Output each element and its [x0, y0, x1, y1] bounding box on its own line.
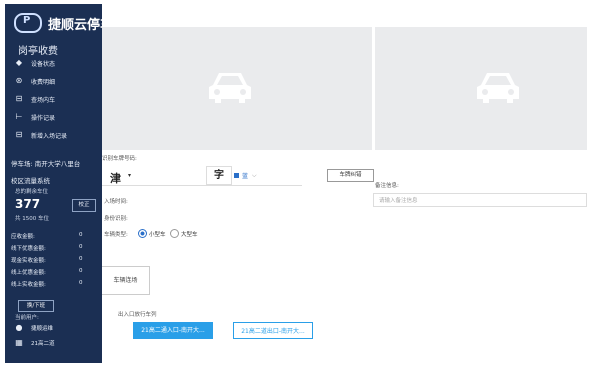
- menu-label: 查场内车: [31, 96, 56, 104]
- lane-exit-button[interactable]: 21高二道出口-南开大...: [233, 322, 313, 339]
- menu-label: 操作记录: [31, 114, 56, 122]
- caret-down-icon: ▾: [128, 172, 132, 179]
- camera-view-entry: [102, 27, 372, 150]
- vehicle-type-large[interactable]: 大型车: [170, 229, 198, 238]
- radio-unchecked: [170, 229, 179, 238]
- section-title: 岗亭收费: [18, 46, 58, 57]
- color-swatch: [234, 173, 239, 178]
- menu-add-entry[interactable]: ⊟ 新增入场记录: [15, 128, 67, 142]
- option-label: 大型车: [181, 231, 198, 238]
- user-icon: ●: [15, 323, 23, 332]
- brand-logo: 捷顺云停车: [14, 13, 113, 33]
- current-lane: ▦ 21高二道: [15, 336, 55, 350]
- menu-label: 新增入场记录: [31, 132, 68, 140]
- car-icon: ⊟: [15, 130, 23, 139]
- plate-color-select[interactable]: 蓝 ⌵: [234, 171, 257, 180]
- cloud-parking-icon: [14, 13, 42, 33]
- stat-label: 线上优惠金额:: [11, 270, 46, 276]
- flag-icon: ⊢: [15, 112, 23, 121]
- shift-change-button[interactable]: 换/下班: [18, 300, 54, 312]
- plate-label: 识别车牌号码:: [102, 156, 137, 162]
- stat-label: 应收金额:: [11, 234, 35, 240]
- stat-label: 线上实收金额:: [11, 282, 46, 288]
- user-name: 捷顺运维: [31, 326, 54, 332]
- menu-label: 收费明细: [31, 78, 56, 86]
- menu-label: 设备状态: [31, 60, 56, 68]
- menu-fee-details[interactable]: ⊛ 收费明细: [15, 74, 55, 88]
- note-label: 备注信息:: [375, 183, 399, 189]
- chevron-down-icon: ⌵: [252, 171, 257, 179]
- color-value: 蓝: [242, 173, 249, 180]
- coin-icon: ⊛: [15, 76, 23, 85]
- plate-correct-button[interactable]: 车牌纠错: [327, 169, 374, 182]
- remaining-label: 总的剩余车位: [15, 189, 49, 195]
- main-area: 识别车牌号码: 津 ▾ 字 蓝 ⌵ 车牌纠错 备注信息: 请输入备注信息 入场时…: [102, 0, 599, 372]
- remaining-count: 377: [15, 197, 41, 211]
- correct-button[interactable]: 校正: [72, 199, 96, 212]
- lane-list-title: 出入口放行车列: [118, 312, 157, 318]
- stat-value: 0: [79, 256, 83, 262]
- building-icon: ▦: [15, 338, 23, 347]
- car-placeholder-icon: [209, 73, 251, 103]
- plate-char-field[interactable]: 字: [206, 166, 232, 185]
- stat-label: 现金实收金额:: [11, 258, 46, 264]
- stat-receivable: 应收金额: 0: [11, 232, 83, 240]
- parking-lot-name: 停车场: 南开大学八里台: [11, 160, 81, 168]
- current-user: ● 捷顺运维: [15, 321, 54, 335]
- menu-in-lot-cars[interactable]: ⊟ 查场内车: [15, 92, 55, 106]
- stat-value: 0: [79, 244, 83, 250]
- campus-system: 校区流量系统: [11, 177, 50, 185]
- car-placeholder-icon: [477, 73, 519, 103]
- total-spaces: 共 1500 车位: [15, 216, 49, 222]
- identity-label: 身份识别:: [104, 216, 128, 222]
- menu-device-status[interactable]: ◆ 设备状态: [15, 56, 55, 70]
- stat-value: 0: [79, 232, 83, 238]
- top-bar: [102, 10, 587, 27]
- province-value: 津: [110, 172, 121, 185]
- vehicle-type-label: 车辆类型:: [104, 232, 128, 238]
- current-user-label: 当前用户:: [15, 315, 39, 321]
- stat-value: 0: [79, 280, 83, 286]
- lane-entry-button[interactable]: 21高二通入口-南开大...: [133, 322, 213, 339]
- car-icon: ⊟: [15, 94, 23, 103]
- stat-cash-received: 现金实收金额: 0: [11, 256, 83, 264]
- enter-time-label: 入场时间:: [104, 199, 128, 205]
- sidebar: 捷顺云停车 岗亭收费 ◆ 设备状态 ⊛ 收费明细 ⊟ 查场内车 ⊢ 操作记录 ⊟…: [5, 4, 113, 363]
- diamond-icon: ◆: [15, 58, 23, 67]
- note-input[interactable]: 请输入备注信息: [373, 193, 587, 207]
- camera-view-exit: [375, 27, 587, 150]
- radio-checked: [138, 229, 147, 238]
- plate-province-select[interactable]: 津 ▾: [102, 163, 302, 186]
- stat-label: 线下优惠金额:: [11, 246, 46, 252]
- stat-online-discount: 线上优惠金额: 0: [11, 268, 83, 276]
- vehicle-continue-button[interactable]: 车辆连场: [102, 266, 150, 295]
- stat-value: 0: [79, 268, 83, 274]
- lane-name: 21高二道: [31, 341, 55, 347]
- menu-operation-log[interactable]: ⊢ 操作记录: [15, 110, 56, 124]
- stat-online-received: 线上实收金额: 0: [11, 280, 83, 288]
- option-label: 小型车: [149, 231, 166, 238]
- stat-offline-discount: 线下优惠金额: 0: [11, 244, 83, 252]
- vehicle-type-small[interactable]: 小型车: [138, 229, 166, 238]
